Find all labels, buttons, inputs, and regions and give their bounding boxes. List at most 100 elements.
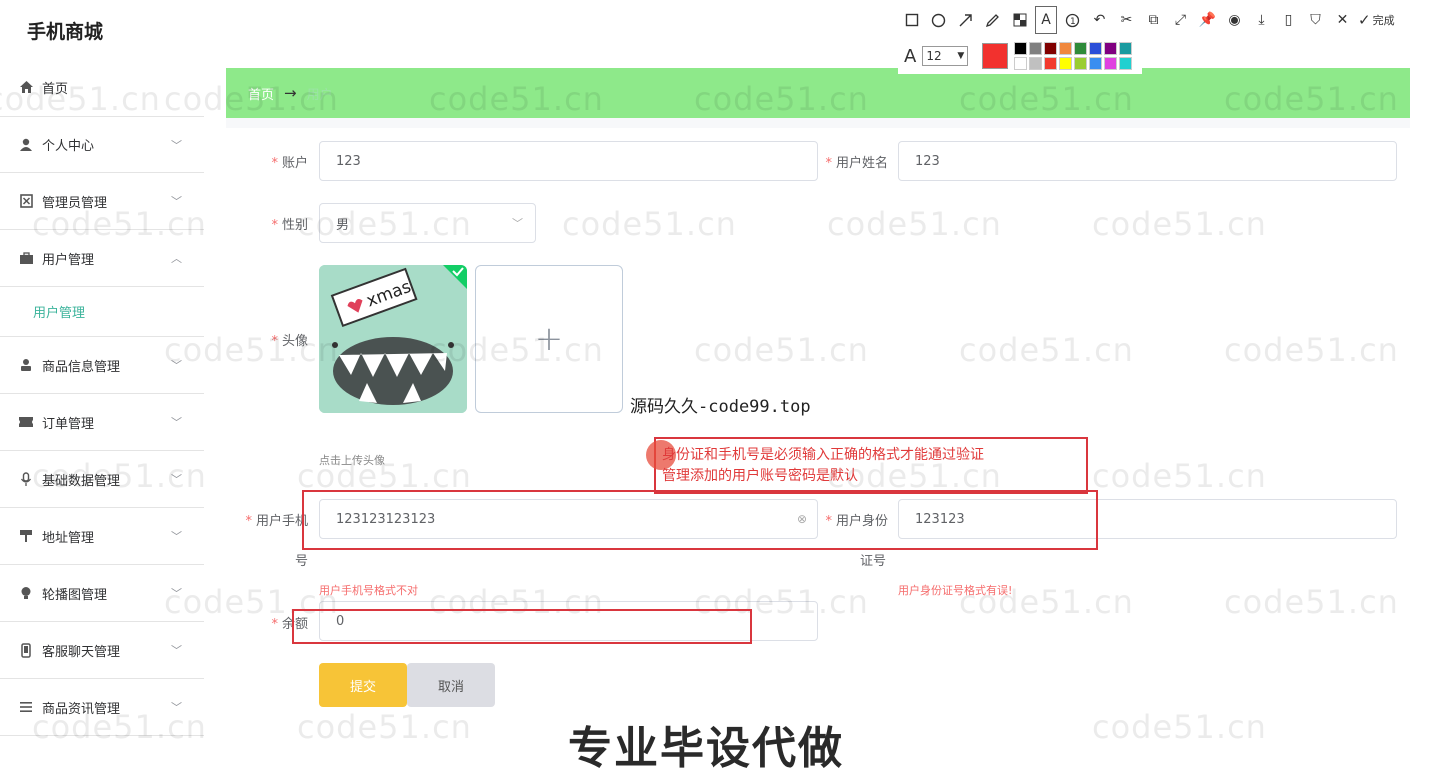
avatar-label: * 头像 xyxy=(271,334,308,349)
cancel-button[interactable]: 取消 xyxy=(407,663,495,707)
gender-select-value: 男 xyxy=(336,217,350,233)
sidebar-item-label: 个人中心 xyxy=(42,139,95,154)
avatar-image[interactable]: xmas xyxy=(319,265,467,413)
plus-icon: + xyxy=(534,319,564,359)
name-label: * 用户姓名 xyxy=(825,156,888,171)
ellipse-tool-icon[interactable] xyxy=(925,6,952,34)
close-icon[interactable]: ✕ xyxy=(1329,6,1356,34)
text-tool-icon[interactable]: A xyxy=(1035,6,1057,34)
sidebar-item-product-info[interactable]: 商品信息管理 ﹀ xyxy=(0,337,204,394)
submit-button[interactable]: 提交 xyxy=(319,663,407,707)
rectangle-tool-icon[interactable] xyxy=(898,6,925,34)
color-swatch[interactable] xyxy=(1029,42,1043,55)
bulb-icon xyxy=(18,585,34,601)
sidebar-item-home[interactable]: 首页 xyxy=(0,58,204,116)
color-swatch[interactable] xyxy=(1119,57,1133,70)
pin-icon[interactable]: 📌 xyxy=(1194,6,1221,34)
sidebar-item-basic-data[interactable]: 基础数据管理 ﹀ xyxy=(0,451,204,508)
submenu-item-user-management[interactable]: 用户管理 xyxy=(0,287,204,337)
sidebar-item-personal-center[interactable]: 个人中心 ﹀ xyxy=(0,116,204,173)
font-size-value: 12 xyxy=(926,49,942,63)
color-swatch[interactable] xyxy=(1104,42,1118,55)
color-swatch[interactable] xyxy=(1014,42,1028,55)
color-swatch[interactable] xyxy=(1074,57,1088,70)
color-swatch[interactable] xyxy=(1074,42,1088,55)
sidebar-item-admin[interactable]: 管理员管理 ﹀ xyxy=(0,173,204,230)
color-swatch[interactable] xyxy=(1044,42,1058,55)
ticket-icon xyxy=(18,414,34,430)
home-icon xyxy=(18,79,34,95)
chevron-down-icon: ﹀ xyxy=(171,138,182,152)
sidebar-item-label: 订单管理 xyxy=(42,416,95,432)
color-swatch[interactable] xyxy=(1029,57,1043,70)
list-icon xyxy=(18,699,34,715)
cut-icon[interactable]: ✂ xyxy=(1113,6,1140,34)
chevron-down-icon: ﹀ xyxy=(171,195,182,208)
id-error: 用户身份证号格式有误! xyxy=(898,584,1013,597)
breadcrumb-current: 用户 xyxy=(306,87,333,103)
sidebar-item-label: 管理员管理 xyxy=(42,195,108,211)
chevron-down-icon: ﹀ xyxy=(171,359,182,372)
sidebar-item-label: 商品资讯管理 xyxy=(42,701,121,717)
bookmark-icon[interactable]: ⛉ xyxy=(1302,6,1329,34)
mic-icon xyxy=(18,471,34,487)
color-swatch[interactable] xyxy=(1119,42,1133,55)
color-swatch[interactable] xyxy=(1104,57,1118,70)
avatar-upload-button[interactable]: + xyxy=(475,265,623,413)
color-swatch[interactable] xyxy=(1059,57,1073,70)
breadcrumb-home[interactable]: 首页 xyxy=(248,84,274,103)
number-marker-icon[interactable]: 1 xyxy=(1059,6,1086,34)
annotation-text-line1: 身份证和手机号是必须输入正确的格式才能通过验证 xyxy=(662,447,984,463)
sidebar-item-label: 基础数据管理 xyxy=(42,473,121,489)
color-swatch[interactable] xyxy=(1044,57,1058,70)
undo-icon[interactable]: ↶ xyxy=(1086,6,1113,34)
sidebar-item-customer-chat[interactable]: 客服聊天管理 ﹀ xyxy=(0,622,204,679)
color-swatch[interactable] xyxy=(1089,42,1103,55)
sidebar-item-carousel[interactable]: 轮播图管理 ﹀ xyxy=(0,565,204,622)
record-icon[interactable]: ◉ xyxy=(1221,6,1248,34)
phone-icon xyxy=(18,642,34,658)
sidebar-item-orders[interactable]: 订单管理 ﹀ xyxy=(0,394,204,451)
gender-select[interactable]: 男 ﹀ xyxy=(319,203,536,243)
color-palette xyxy=(1014,42,1133,70)
chevron-down-icon: ﹀ xyxy=(171,473,182,486)
sidebar-item-address[interactable]: 地址管理 ﹀ xyxy=(0,508,204,565)
site-overlay-text: 源码久久-code99.top xyxy=(630,397,811,417)
arrow-tool-icon[interactable] xyxy=(952,6,979,34)
font-icon: A xyxy=(904,45,917,67)
sidebar-item-product-news[interactable]: 商品资讯管理 ﹀ xyxy=(0,679,204,736)
annotation-text-line2: 管理添加的用户账号密码是默认 xyxy=(662,468,858,484)
download-icon[interactable]: ⤓ xyxy=(1248,6,1275,34)
copy-icon[interactable]: ⧉ xyxy=(1140,6,1167,34)
svg-text:1: 1 xyxy=(1070,17,1076,27)
sidebar-item-label: 轮播图管理 xyxy=(42,587,108,603)
chevron-down-icon: ﹀ xyxy=(171,701,182,714)
name-input[interactable]: 123 xyxy=(898,141,1397,181)
font-size-select[interactable]: 12 ▼ xyxy=(922,46,969,66)
color-swatch[interactable] xyxy=(1089,57,1103,70)
current-color-swatch[interactable] xyxy=(982,43,1009,69)
sidebar-item-user-management[interactable]: 用户管理 ︿ xyxy=(0,230,204,287)
person-icon xyxy=(18,357,34,373)
chevron-down-icon: ﹀ xyxy=(171,416,182,429)
pencil-tool-icon[interactable] xyxy=(979,6,1006,34)
device-icon[interactable]: ▯ xyxy=(1275,6,1302,34)
mosaic-tool-icon[interactable] xyxy=(1006,6,1033,34)
chevron-down-icon: ﹀ xyxy=(512,217,523,230)
caret-down-icon: ▼ xyxy=(957,51,965,61)
chevron-down-icon: ﹀ xyxy=(171,587,182,600)
sidebar-item-label: 首页 xyxy=(42,81,69,97)
chevron-down-icon: ﹀ xyxy=(171,644,182,657)
done-button[interactable]: ✓ 完成 xyxy=(1358,11,1395,29)
annotation-text: 身份证和手机号是必须输入正确的格式才能通过验证 管理添加的用户账号密码是默认 xyxy=(662,445,1082,487)
account-label: * 账户 xyxy=(271,156,308,171)
sidebar-item-label: 商品信息管理 xyxy=(42,359,121,375)
color-swatch[interactable] xyxy=(1059,42,1073,55)
gender-label: * 性别 xyxy=(271,218,308,233)
expand-icon[interactable]: ⤢ xyxy=(1167,6,1194,34)
sidebar-item-label: 用户管理 xyxy=(42,252,95,268)
account-input[interactable]: 123 xyxy=(319,141,818,181)
admin-icon xyxy=(18,193,34,209)
color-swatch[interactable] xyxy=(1014,57,1028,70)
avatar-hint: 点击上传头像 xyxy=(319,454,385,467)
